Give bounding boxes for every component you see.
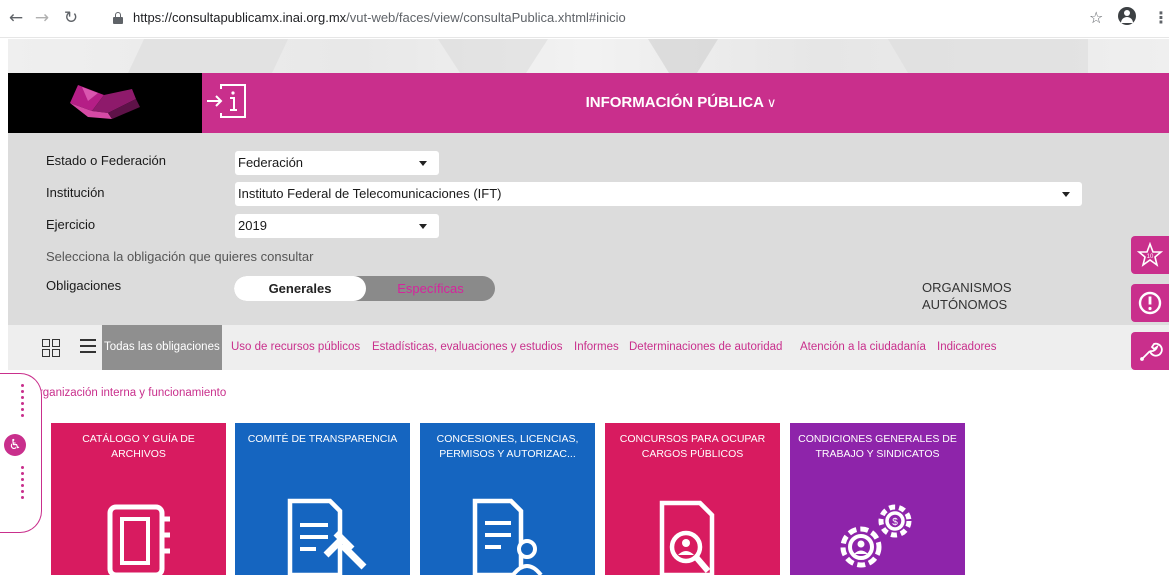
estado-value: Federación (238, 155, 304, 170)
toggle-especificas[interactable]: Específicas (366, 276, 495, 301)
grid-view-icon[interactable] (42, 339, 60, 357)
binder-icon (107, 504, 170, 575)
estado-select[interactable]: Federación (235, 151, 439, 175)
gears-person-icon: $ (840, 504, 912, 568)
category-link[interactable]: Organización interna y funcionamiento (30, 387, 226, 399)
lock-icon (113, 12, 123, 24)
card-title: CATÁLOGO Y GUÍA DE ARCHIVOS (51, 432, 226, 462)
alert-icon (1138, 291, 1162, 315)
browser-menu-icon[interactable]: ⋮ (1153, 8, 1169, 27)
category-link[interactable]: Estadísticas, evaluaciones y estudios (372, 341, 563, 353)
wheelchair-icon[interactable]: ♿ (4, 434, 26, 456)
caret-down-icon (419, 224, 427, 229)
card-title-line-1: CATÁLOGO Y GUÍA DE ARCHIVOS (82, 433, 195, 460)
filter-panel: Estado o Federación Federación Instituci… (8, 133, 1169, 325)
star-10-icon: 10 (1137, 242, 1163, 267)
svg-text:$: $ (892, 517, 898, 528)
svg-text:10: 10 (1147, 254, 1154, 260)
category-all[interactable]: Todas las obligaciones (102, 325, 222, 370)
estado-label: Estado o Federación (46, 153, 166, 168)
card-title-line-1: CONCESIONES, LICENCIAS, (436, 433, 579, 445)
ejercicio-value: 2019 (238, 218, 267, 233)
card-title: CONCESIONES, LICENCIAS, PERMISOS Y AUTORI… (420, 432, 595, 462)
obligaciones-label: Obligaciones (46, 278, 122, 293)
institucion-select[interactable]: Instituto Federal de Telecomunicaciones … (235, 182, 1082, 206)
wrench-icon (1140, 342, 1163, 361)
bookmark-star-icon[interactable]: ☆ (1089, 8, 1103, 27)
category-link[interactable]: Uso de recursos públicos (231, 341, 360, 353)
card-condiciones-trabajo[interactable]: CONDICIONES GENERALES DE TRABAJO Y SINDIC… (790, 423, 965, 575)
obligaciones-toggle[interactable]: Generales Específicas (234, 276, 495, 301)
card-title: CONDICIONES GENERALES DE TRABAJO Y SINDIC… (790, 432, 965, 462)
accessibility-tab[interactable]: ♿ (0, 373, 42, 533)
org-line-2: AUTÓNOMOS (922, 297, 1008, 312)
ejercicio-label: Ejercicio (46, 217, 96, 232)
url-host: https://consultapublicamx.inai.org.mx (133, 10, 347, 25)
organismos-autonomos: ORGANISMOS AUTÓNOMOS (922, 279, 1012, 313)
document-gavel-icon (287, 498, 367, 575)
browser-toolbar: ← → ↻ https://consultapublicamx.inai.org… (0, 0, 1169, 38)
card-title-line-1: COMITÉ DE TRANSPARENCIA (247, 433, 398, 445)
card-catalogo-archivos[interactable]: CATÁLOGO Y GUÍA DE ARCHIVOS (51, 423, 226, 575)
card-title-line-1: CONDICIONES GENERALES DE (798, 433, 957, 445)
document-search-icon (659, 500, 715, 575)
card-title: COMITÉ DE TRANSPARENCIA (235, 432, 410, 447)
card-title: CONCURSOS PARA OCUPAR CARGOS PÚBLICOS (605, 432, 780, 462)
main-header: INFORMACIÓN PÚBLICA ∨ (8, 73, 1169, 133)
forward-icon[interactable]: → (32, 8, 52, 28)
card-title-line-2: CARGOS PÚBLICOS (641, 448, 744, 460)
category-link[interactable]: Indicadores (937, 341, 996, 353)
category-bar: Todas las obligaciones Uso de recursos p… (8, 325, 1169, 370)
toggle-generales[interactable]: Generales (234, 276, 366, 301)
card-title-line-2: PERMISOS Y AUTORIZAC... (439, 448, 576, 460)
institucion-value: Instituto Federal de Telecomunicaciones … (238, 186, 502, 201)
info-publica-menu[interactable]: INFORMACIÓN PÚBLICA ∨ (8, 73, 1169, 133)
institucion-label: Institución (46, 185, 105, 200)
category-link[interactable]: Informes (574, 341, 619, 353)
card-concursos[interactable]: CONCURSOS PARA OCUPAR CARGOS PÚBLICOS (605, 423, 780, 575)
card-concesiones[interactable]: CONCESIONES, LICENCIAS, PERMISOS Y AUTORI… (420, 423, 595, 575)
card-title-line-2: TRABAJO Y SINDICATOS (815, 448, 940, 460)
category-link[interactable]: Atención a la ciudadanía (800, 341, 926, 353)
card-comite-transparencia[interactable]: COMITÉ DE TRANSPARENCIA (235, 423, 410, 575)
account-icon[interactable] (1118, 7, 1136, 25)
card-title-line-1: CONCURSOS PARA OCUPAR (619, 433, 766, 445)
category-bar-row-2: Organización interna y funcionamiento (8, 370, 1169, 418)
reload-icon[interactable]: ↻ (61, 8, 81, 28)
chevron-down-icon: ∨ (766, 95, 777, 110)
back-icon[interactable]: ← (6, 8, 26, 28)
ejercicio-select[interactable]: 2019 (235, 214, 439, 238)
caret-down-icon (419, 161, 427, 166)
category-link[interactable]: Determinaciones de autoridad (629, 341, 782, 353)
alert-button[interactable] (1131, 284, 1169, 322)
url-path: /vut-web/faces/view/consultaPublica.xhtm… (346, 10, 626, 25)
top-banner (8, 39, 1169, 73)
list-view-icon[interactable] (80, 339, 96, 355)
address-bar[interactable]: https://consultapublicamx.inai.org.mx/vu… (133, 10, 626, 25)
obligation-hint: Selecciona la obligación que quieres con… (46, 249, 314, 264)
header-title: INFORMACIÓN PÚBLICA (585, 94, 764, 111)
document-person-icon (472, 498, 543, 575)
star-10-button[interactable]: 10 (1131, 236, 1169, 274)
org-line-1: ORGANISMOS (922, 280, 1012, 295)
caret-down-icon (1062, 192, 1070, 197)
wrench-button[interactable] (1131, 332, 1169, 370)
